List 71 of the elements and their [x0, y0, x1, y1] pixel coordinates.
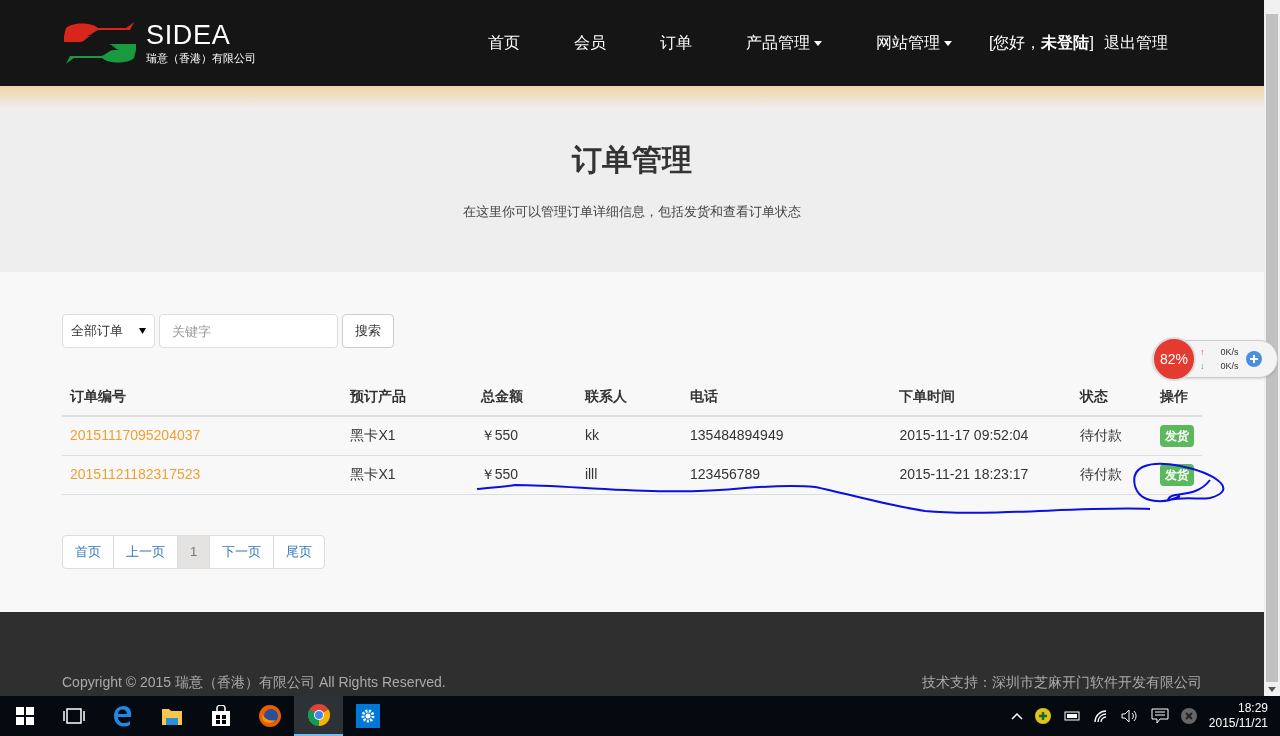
table-cell: 黑卡X1 [350, 466, 396, 482]
nav-link[interactable]: 订单 [633, 31, 719, 55]
nav-link[interactable]: 会员 [547, 31, 633, 55]
page-link[interactable]: 下一页 [209, 534, 275, 569]
column-header: 预订产品 [350, 388, 407, 404]
gear-icon [355, 704, 380, 728]
speaker-icon[interactable] [1120, 709, 1139, 723]
caret-icon [139, 328, 146, 334]
page-title: 订单管理 [572, 141, 692, 178]
download-arrow-icon: ↓ [1200, 359, 1205, 373]
nav-link[interactable]: 网站管理 [849, 31, 979, 55]
keyword-field[interactable]: 关键字 [159, 314, 338, 348]
logout-link[interactable]: 退出管理 [1103, 31, 1168, 55]
table-cell: kk [584, 427, 599, 444]
clock-date: 2015/11/21 [1208, 716, 1268, 731]
table-cell: 待付款 [1079, 466, 1122, 482]
page-link[interactable]: 尾页 [273, 534, 326, 569]
close-icon[interactable] [1180, 708, 1197, 724]
battery-icon[interactable] [1062, 710, 1081, 722]
windows-icon [15, 707, 34, 725]
order-filter-select[interactable]: 全部订单 [62, 314, 155, 348]
scrollbar[interactable] [1264, 0, 1280, 696]
search-button[interactable]: 搜索 [342, 314, 394, 348]
taskbar-button[interactable] [294, 696, 343, 736]
table-cell: 2015-11-17 09:52:04 [899, 427, 1029, 444]
copyright-text: Copyright © 2015 瑞意（香港）有限公司 All Rights Reserved. [62, 673, 446, 692]
upload-arrow-icon: ↑ [1200, 345, 1205, 359]
support-text: 技术支持：深圳市芝麻开门软件开发有限公司 [922, 673, 1202, 692]
caret-icon [944, 40, 952, 46]
percent-badge: 82% [1152, 337, 1196, 381]
clock-time: 18:29 [1237, 701, 1268, 716]
chrome-icon [306, 703, 331, 727]
table-cell: 黑卡X1 [350, 427, 396, 444]
column-header: 状态 [1079, 388, 1108, 404]
column-header: 操作 [1159, 388, 1188, 404]
logo-icon [62, 20, 138, 66]
table-cell: ￥550 [480, 466, 519, 482]
table-cell: ￥550 [480, 427, 519, 444]
plus-circle-icon [1244, 350, 1263, 368]
column-header: 联系人 [584, 388, 627, 404]
table-cell: 123456789 [690, 466, 761, 482]
shopping-bag-icon [210, 705, 231, 727]
caret-icon [814, 40, 822, 46]
folder-icon [160, 706, 183, 726]
nav-link[interactable]: 产品管理 [719, 31, 849, 55]
download-speed: 0K/s [1220, 360, 1239, 373]
table-cell: 待付款 [1079, 427, 1122, 444]
caret-icon [1268, 686, 1276, 692]
table-cell: 135484894949 [690, 427, 784, 444]
nav-link[interactable]: 首页 [461, 31, 547, 55]
plus-circle-icon[interactable] [1034, 708, 1051, 724]
column-header: 订单编号 [70, 388, 126, 404]
speed-widget[interactable]: 82% ↑ 0K/s ↓ 0K/s [1152, 340, 1278, 378]
table-cell: 2015-11-21 18:23:17 [899, 466, 1029, 482]
brand-name: SIDEA [146, 22, 232, 49]
column-header: 电话 [690, 388, 719, 404]
brand-subtitle: 瑞意（香港）有限公司 [146, 53, 256, 64]
task-view-icon [62, 708, 85, 724]
fox-globe-icon [257, 704, 282, 728]
user-greeting: [您好，未登陆] [989, 33, 1094, 53]
upload-speed: 0K/s [1220, 346, 1239, 359]
column-header: 下单时间 [899, 388, 956, 404]
column-header: 总金额 [480, 388, 523, 404]
page-link[interactable]: 首页 [62, 534, 114, 569]
browser-e-icon [111, 705, 134, 727]
notification-icon[interactable] [1150, 708, 1169, 724]
chevron-up-icon[interactable] [1010, 712, 1023, 720]
table-cell: illl [584, 466, 598, 482]
wifi-icon[interactable] [1092, 709, 1109, 723]
page-subtitle: 在这里你可以管理订单详细信息，包括发货和查看订单状态 [463, 202, 801, 221]
page-link[interactable]: 上一页 [113, 534, 178, 569]
